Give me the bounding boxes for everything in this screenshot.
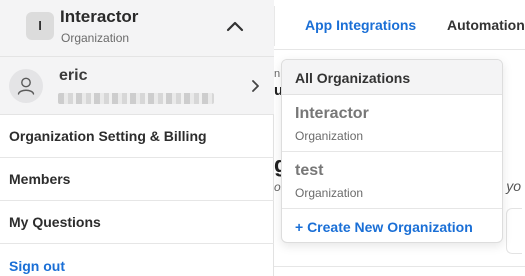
dropdown-org-name: test bbox=[295, 162, 324, 179]
tab-automation[interactable]: Automation bbox=[447, 17, 525, 33]
background-card bbox=[274, 266, 525, 276]
avatar bbox=[9, 69, 43, 103]
account-panel: I Interactor Organization eric Organizat… bbox=[0, 0, 274, 276]
org-switcher-header[interactable]: I Interactor Organization bbox=[0, 0, 274, 57]
menu-item-my-questions[interactable]: My Questions bbox=[0, 201, 274, 244]
top-navigation: App Integrations Automation bbox=[274, 0, 525, 50]
menu-item-label: Organization Setting & Billing bbox=[9, 128, 207, 144]
dropdown-title: All Organizations bbox=[295, 70, 411, 86]
org-avatar: I bbox=[26, 12, 54, 40]
menu-item-members[interactable]: Members bbox=[0, 158, 274, 201]
app-window: App Integrations Automation n u g oa r y… bbox=[0, 0, 525, 276]
dropdown-org-name: Interactor bbox=[295, 105, 369, 122]
dropdown-org-item[interactable]: test Organization bbox=[282, 152, 502, 209]
background-card bbox=[506, 208, 522, 254]
dropdown-org-type: Organization bbox=[295, 186, 364, 200]
user-name: eric bbox=[59, 67, 88, 84]
menu-item-organization-setting-billing[interactable]: Organization Setting & Billing bbox=[0, 115, 274, 158]
redacted-email bbox=[58, 93, 214, 104]
create-organization-button[interactable]: + Create New Organization bbox=[282, 209, 502, 242]
organization-dropdown: All Organizations Interactor Organizatio… bbox=[281, 59, 503, 243]
chevron-right-icon[interactable] bbox=[248, 79, 262, 93]
nav-divider bbox=[274, 6, 275, 46]
chevron-up-icon[interactable] bbox=[224, 15, 246, 37]
background-text-fragment: n bbox=[274, 68, 281, 80]
org-name: Interactor bbox=[60, 7, 139, 26]
dropdown-org-item[interactable]: Interactor Organization bbox=[282, 95, 502, 152]
create-organization-label: + Create New Organization bbox=[295, 219, 473, 235]
dropdown-header: All Organizations bbox=[282, 60, 502, 95]
sign-out-link[interactable]: Sign out bbox=[0, 244, 274, 276]
user-profile-row[interactable]: eric bbox=[0, 57, 274, 115]
menu-item-label: My Questions bbox=[9, 214, 101, 230]
tab-app-integrations[interactable]: App Integrations bbox=[305, 17, 416, 33]
menu-item-label: Sign out bbox=[9, 258, 65, 274]
org-type: Organization bbox=[61, 31, 130, 45]
user-icon bbox=[17, 77, 35, 95]
dropdown-org-type: Organization bbox=[295, 129, 364, 143]
menu-item-label: Members bbox=[9, 171, 71, 187]
